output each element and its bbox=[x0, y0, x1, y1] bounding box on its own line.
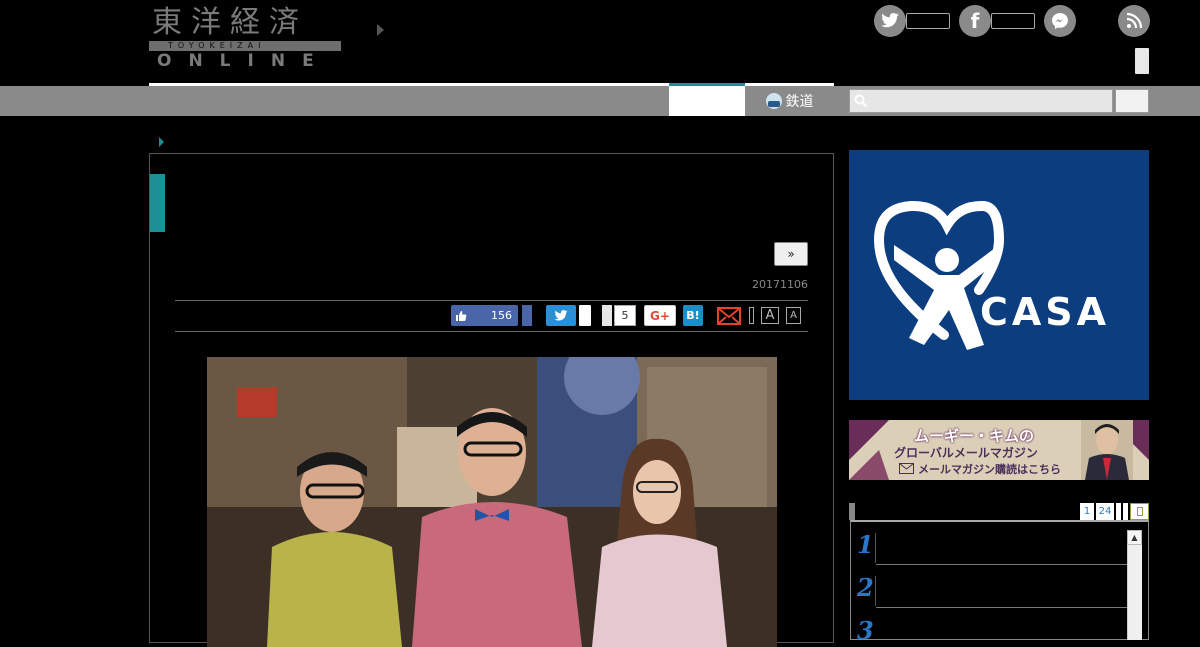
ranking-list bbox=[850, 520, 1149, 640]
rss-icon[interactable] bbox=[1118, 5, 1150, 37]
ranking-separator bbox=[875, 576, 876, 606]
casa-registered-mark: ® bbox=[957, 294, 967, 305]
next-page-button[interactable]: » bbox=[774, 242, 808, 266]
nav-tab-active[interactable] bbox=[669, 86, 745, 116]
nav-tab-train[interactable]: 鉄道 bbox=[745, 86, 834, 116]
share-rule-bottom bbox=[175, 331, 808, 332]
ranking-tab-4[interactable] bbox=[1123, 503, 1128, 520]
mail-ad-cta: メールマガジン購読はこちら bbox=[918, 463, 1061, 476]
search-input[interactable] bbox=[849, 89, 1113, 113]
twitter-bird-icon bbox=[554, 309, 568, 321]
breadcrumb-caret-icon bbox=[159, 137, 164, 147]
logo-kanji[interactable]: 東洋経済 bbox=[152, 6, 308, 40]
title-accent-bar bbox=[150, 174, 165, 232]
thumbs-up-icon bbox=[456, 310, 467, 321]
login-button[interactable] bbox=[1135, 48, 1149, 74]
twitter-count bbox=[906, 13, 950, 29]
twitter-icon[interactable] bbox=[874, 5, 906, 37]
ranking-row-divider bbox=[876, 607, 1127, 608]
logo-caret-icon[interactable] bbox=[377, 24, 384, 36]
ranking-separator bbox=[875, 533, 876, 563]
ranking-tab-5[interactable] bbox=[1130, 503, 1149, 520]
hatena-bookmark-button[interactable]: B! bbox=[683, 305, 703, 326]
ranking-tab-24[interactable]: 24 bbox=[1096, 503, 1114, 520]
font-large-button[interactable]: A bbox=[761, 307, 779, 324]
nav-tab-train-label: 鉄道 bbox=[785, 94, 814, 110]
ranking-number-1: 1 bbox=[857, 530, 874, 559]
facebook-count bbox=[991, 13, 1035, 29]
twitter-share-count bbox=[579, 305, 591, 326]
article-date: 20171106 bbox=[752, 278, 808, 291]
mail-ad-title: ムーギー・キムの bbox=[914, 427, 1035, 445]
mail-ad-subtitle: グローバルメールマガジン bbox=[894, 446, 1038, 460]
casa-ad-banner[interactable] bbox=[849, 150, 1149, 400]
facebook-share-button[interactable] bbox=[522, 305, 532, 326]
ranking-header-mark bbox=[849, 503, 855, 520]
ranking-number-3: 3 bbox=[857, 616, 874, 645]
facebook-icon[interactable]: f bbox=[959, 5, 991, 37]
ranking-row-divider bbox=[876, 564, 1127, 565]
train-icon bbox=[765, 93, 782, 109]
ranking-tab-3[interactable] bbox=[1116, 503, 1121, 520]
article-photo bbox=[207, 357, 777, 647]
ranking-number-2: 2 bbox=[857, 573, 874, 602]
article-photo-image bbox=[207, 357, 777, 647]
google-plus-button[interactable]: G+ bbox=[644, 305, 676, 326]
pocket-button[interactable] bbox=[602, 305, 612, 326]
ranking-book-icon bbox=[1136, 507, 1143, 516]
mail-icon[interactable] bbox=[717, 307, 741, 325]
casa-brand-text: CASA bbox=[980, 290, 1111, 334]
logo-online[interactable]: ONLINE bbox=[157, 51, 331, 71]
facebook-like-button[interactable]: 156 bbox=[451, 305, 518, 326]
search-button[interactable] bbox=[1115, 89, 1149, 113]
pocket-count: 5 bbox=[614, 305, 636, 326]
messenger-icon[interactable] bbox=[1044, 5, 1076, 37]
search-icon bbox=[854, 94, 868, 108]
casa-heart-logo-icon bbox=[873, 200, 1005, 350]
print-button[interactable] bbox=[749, 307, 754, 324]
scroll-up-arrow-icon[interactable]: ▲ bbox=[1127, 530, 1142, 545]
facebook-like-count: 156 bbox=[491, 309, 512, 322]
font-small-button[interactable]: A bbox=[786, 307, 801, 324]
share-rule-top bbox=[175, 300, 808, 301]
twitter-share-button[interactable] bbox=[546, 305, 576, 326]
ranking-scrollbar[interactable] bbox=[1127, 530, 1142, 640]
envelope-icon bbox=[899, 463, 914, 474]
ranking-tab-1[interactable]: 1 bbox=[1080, 503, 1094, 520]
